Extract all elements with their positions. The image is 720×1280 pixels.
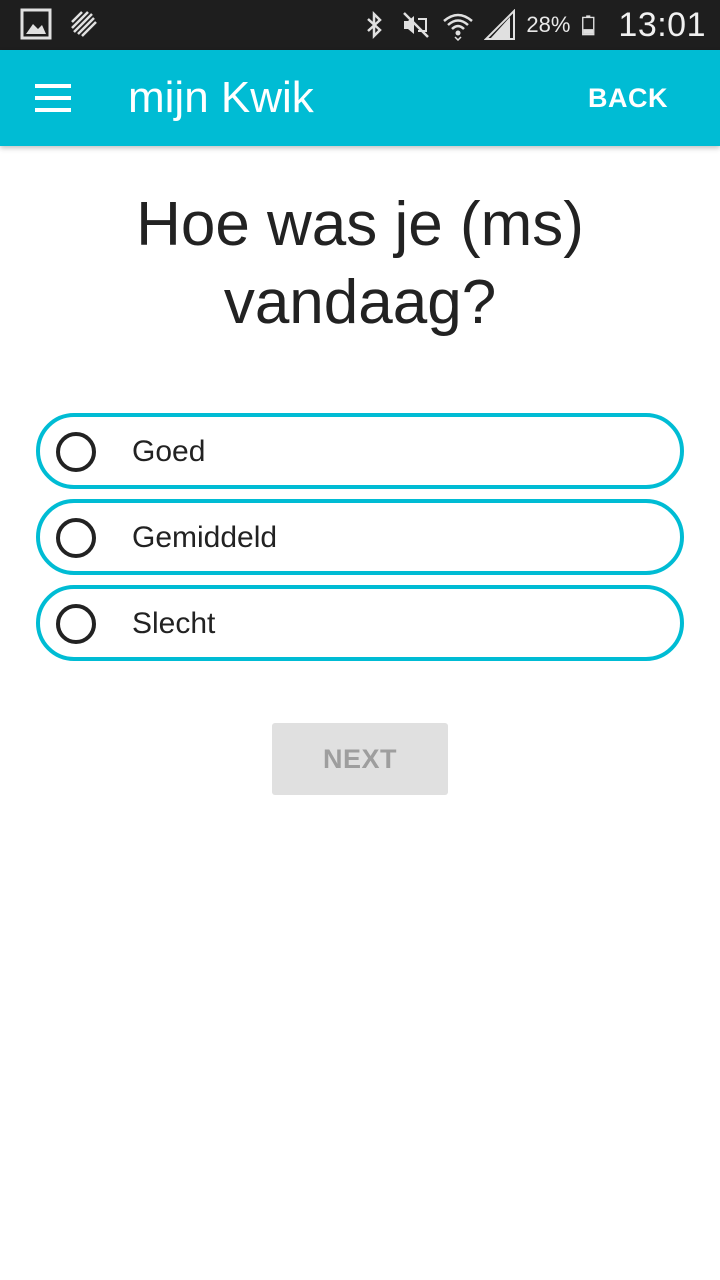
- option-slecht[interactable]: Slecht: [36, 585, 684, 661]
- mute-icon: [403, 12, 430, 38]
- wifi-icon: [443, 13, 474, 41]
- signal-icon: [484, 9, 516, 40]
- battery-icon: [582, 15, 595, 36]
- app-title: mijn Kwik: [128, 73, 314, 122]
- bluetooth-icon: [367, 10, 383, 40]
- status-bar-notifications: [20, 8, 100, 40]
- app-bar: mijn Kwik BACK: [0, 50, 720, 146]
- gallery-icon: [20, 8, 52, 40]
- back-button[interactable]: BACK: [588, 80, 668, 116]
- status-bar-system: 28% 13:01: [358, 0, 706, 50]
- question-heading: Hoe was je (ms) vandaag?: [136, 190, 584, 337]
- radio-button-icon[interactable]: [56, 604, 96, 644]
- option-label: Goed: [132, 435, 206, 468]
- option-label: Slecht: [132, 607, 216, 640]
- menu-button[interactable]: [30, 74, 78, 122]
- answer-options: Goed Gemiddeld Slecht: [36, 413, 684, 671]
- radio-button-icon[interactable]: [56, 432, 96, 472]
- option-label: Gemiddeld: [132, 521, 278, 554]
- hamburger-menu-icon: [35, 84, 71, 112]
- option-gemiddeld[interactable]: Gemiddeld: [36, 499, 684, 575]
- radio-button-icon[interactable]: [56, 518, 96, 558]
- option-goed[interactable]: Goed: [36, 413, 684, 489]
- clock: 13:01: [618, 5, 706, 44]
- health-icon: [71, 11, 97, 37]
- status-bar: 28% 13:01: [0, 0, 720, 50]
- next-button[interactable]: NEXT: [272, 723, 448, 795]
- battery-percentage: 28%: [526, 12, 571, 37]
